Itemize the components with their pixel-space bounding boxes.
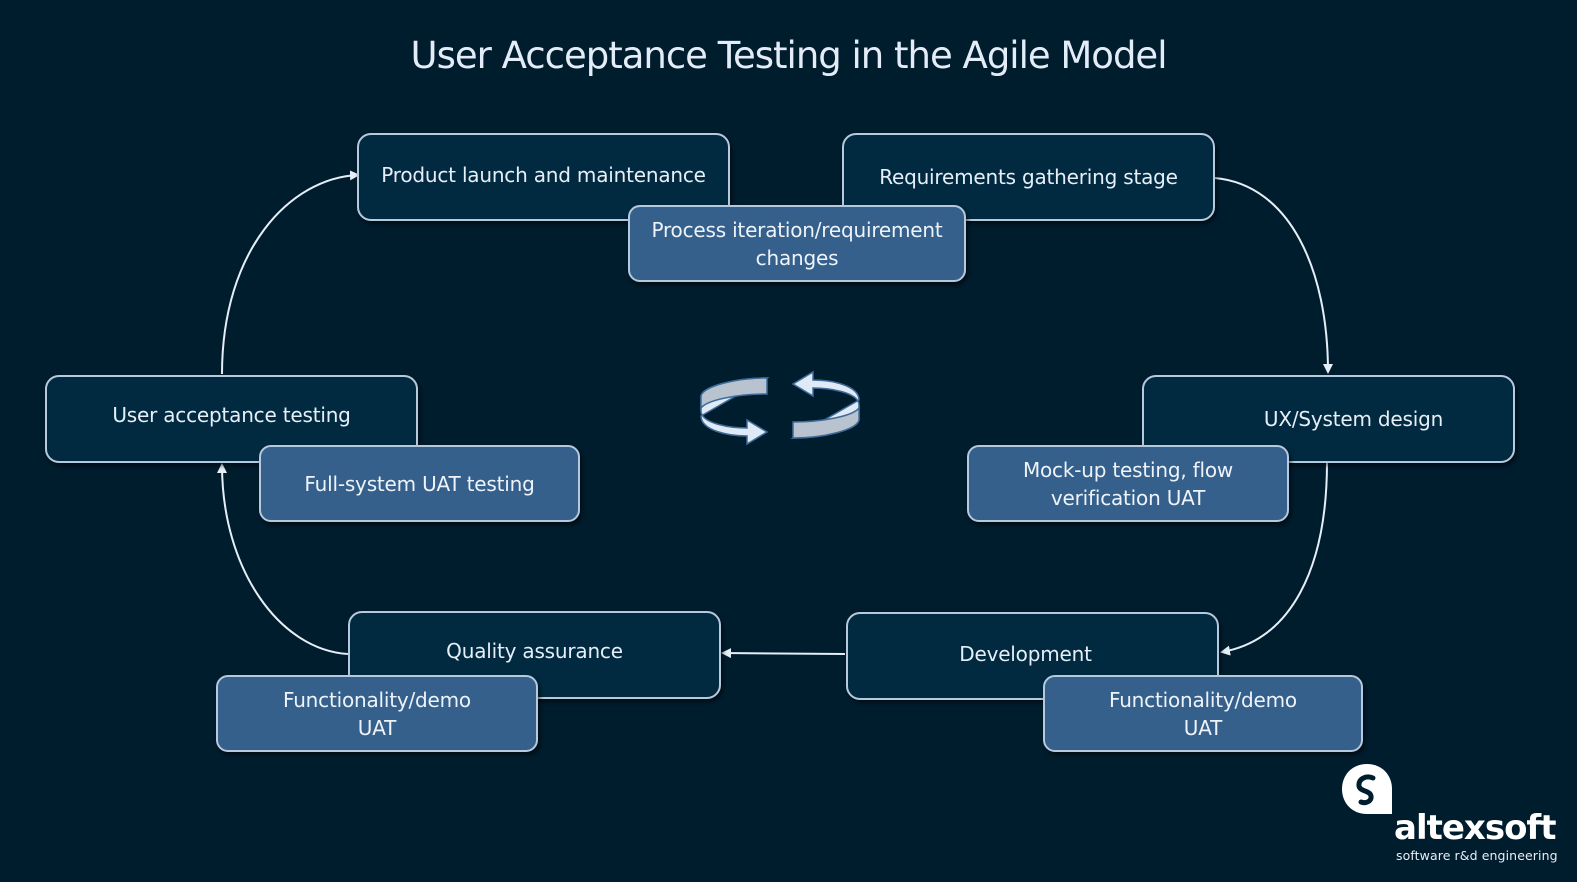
uat-activity-full-system: Full-system UAT testing — [259, 445, 580, 522]
stage-label: User acceptance testing — [112, 403, 351, 427]
stage-label: UX/System design — [1263, 407, 1444, 431]
uat-activity-label: Functionality/demo UAT — [283, 687, 471, 740]
stage-label: Product launch and maintenance — [381, 163, 706, 187]
altexsoft-logo-icon — [1342, 764, 1392, 814]
stage-label: Requirements gathering stage — [879, 165, 1178, 189]
arrow-requirements-to-design — [1214, 177, 1333, 374]
stage-label: Development — [959, 642, 1092, 666]
uat-activity-label: Functionality/demo UAT — [1109, 687, 1297, 740]
arrow-development-to-qa — [721, 648, 846, 659]
uat-activity-development-demo: Functionality/demo UAT — [1043, 675, 1363, 752]
uat-activity-label: Mock-up testing, flow verification UAT — [1022, 457, 1234, 510]
uat-activity-qa-demo: Functionality/demo UAT — [216, 675, 538, 752]
uat-activity-label: Full-system UAT testing — [304, 471, 535, 496]
altexsoft-logo: altexsoft software r&d engineering — [1340, 762, 1560, 872]
uat-activity-mockup-testing: Mock-up testing, flow verification UAT — [967, 445, 1289, 522]
uat-activity-label: Process iteration/requirement changes — [651, 217, 943, 270]
stage-label: Quality assurance — [446, 639, 623, 663]
arrow-uat-to-launch — [221, 170, 360, 375]
diagram-title: User Acceptance Testing in the Agile Mod… — [410, 34, 1168, 77]
uat-activity-process-iteration: Process iteration/requirement changes — [628, 205, 966, 282]
cycle-arrows-icon — [700, 370, 860, 446]
logo-tagline: software r&d engineering — [1396, 848, 1558, 863]
logo-wordmark: altexsoft — [1394, 808, 1556, 848]
